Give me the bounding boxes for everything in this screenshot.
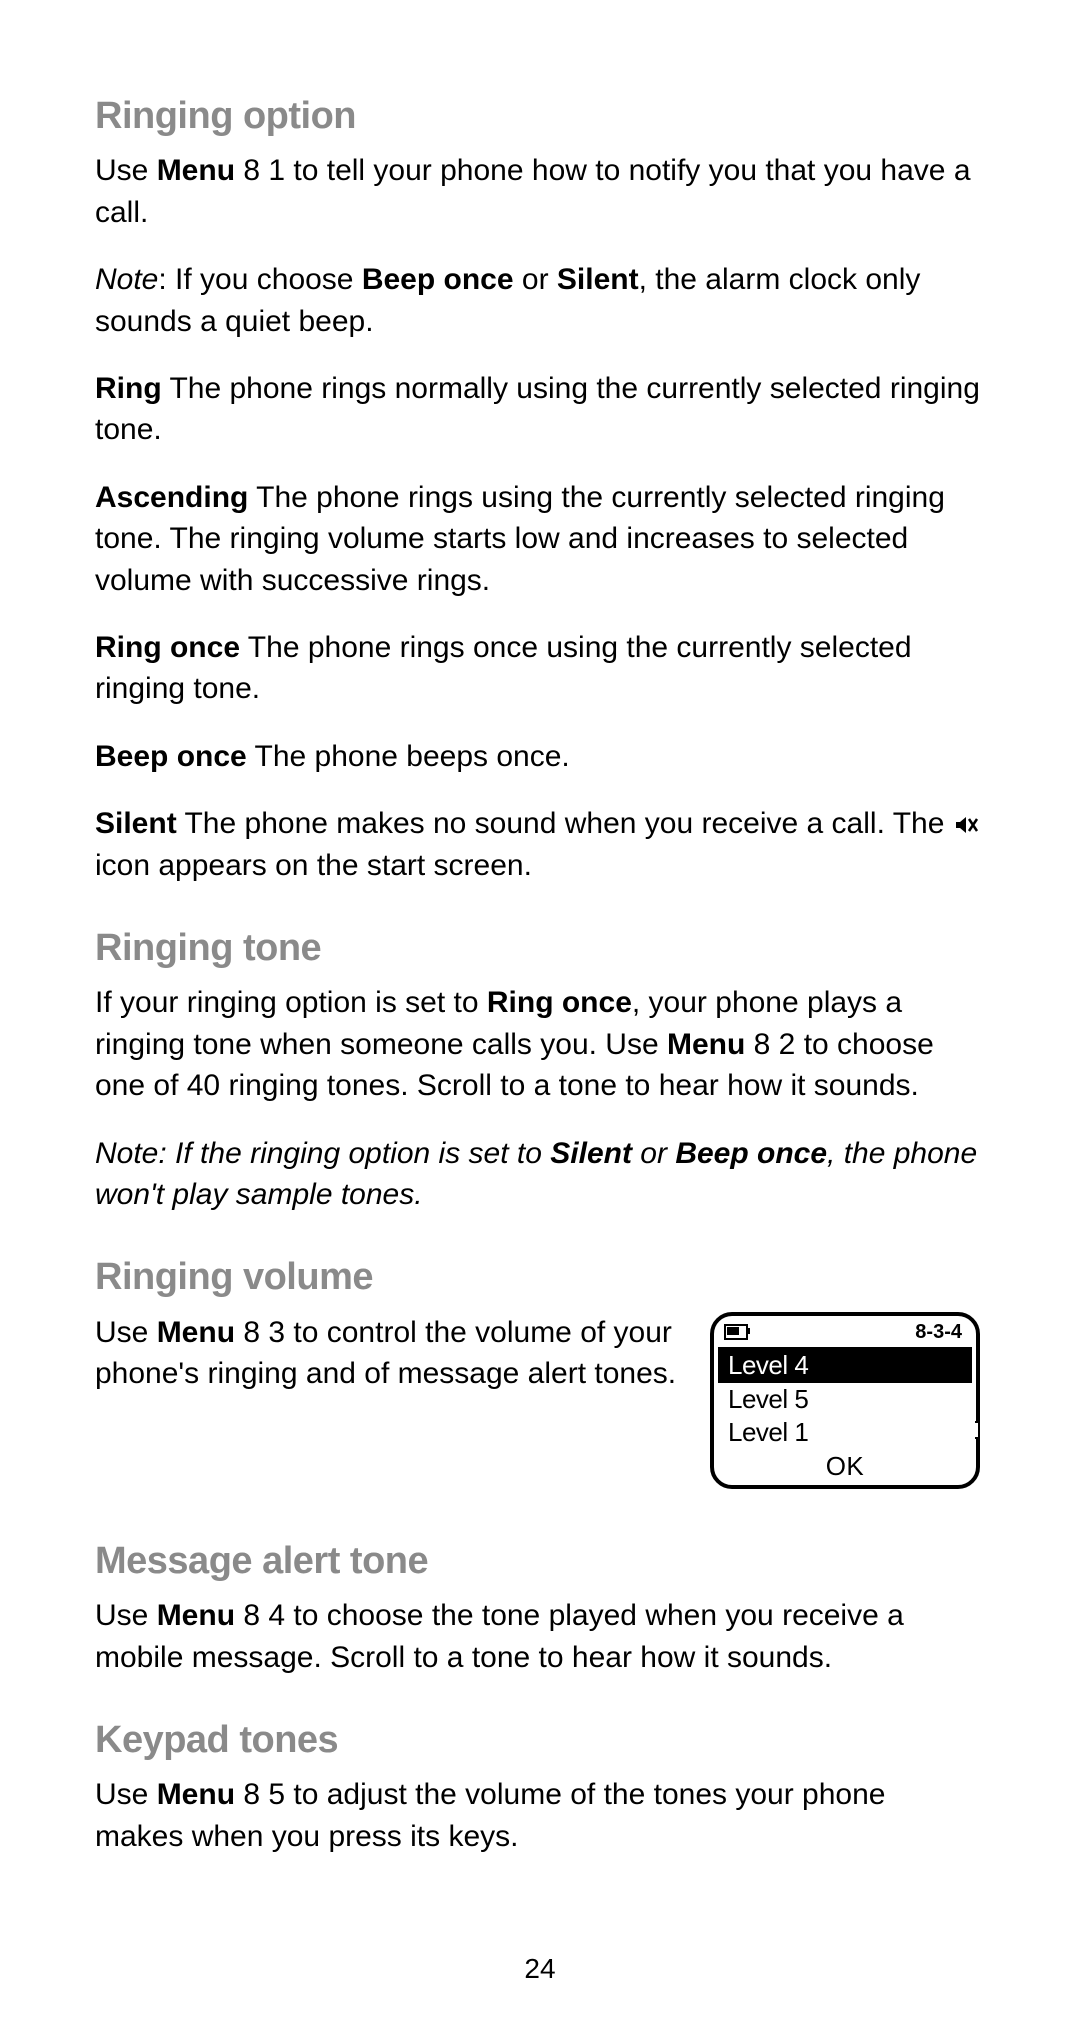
text-bold: Menu [667,1028,745,1061]
heading-ringing-tone: Ringing tone [95,922,980,974]
para-ro-intro: Use Menu 8 1 to tell your phone how to n… [95,150,980,233]
phone-screen: 8-3-4 Level 4 Level 5 Level 1 OK [710,1312,980,1489]
text-bold-italic: Silent [550,1137,632,1170]
text-bold: Silent [95,807,177,840]
para-rt-main: If your ringing option is set to Ring on… [95,982,980,1106]
text-bold: Menu [157,1599,235,1632]
ringing-volume-block: 8-3-4 Level 4 Level 5 Level 1 OK Use Men… [95,1312,980,1499]
text: Use [95,1316,157,1349]
battery-icon [724,1324,748,1340]
text-bold: Beep once [362,263,514,296]
text-bold: Menu [157,1316,235,1349]
text-italic: or [632,1137,675,1170]
text-bold: Ring once [487,986,632,1019]
para-ro-silent: Silent The phone makes no sound when you… [95,803,980,886]
text-bold: Ascending [95,481,248,514]
para-ro-ringonce: Ring once The phone rings once using the… [95,627,980,710]
phone-screen-illustration: 8-3-4 Level 4 Level 5 Level 1 OK [710,1312,980,1489]
para-ro-beeponce: Beep once The phone beeps once. [95,736,980,777]
text: or [514,263,557,296]
heading-keypad-tones: Keypad tones [95,1714,980,1766]
text-bold: Menu [157,154,235,187]
list-item: Level 4 [718,1347,972,1384]
softkey-label: OK [722,1448,968,1483]
text: icon appears on the start screen. [95,849,532,882]
page-number: 24 [0,1950,1080,1989]
silent-mode-icon [953,807,979,840]
text: Use [95,1778,157,1811]
text-bold: Ring [95,372,162,405]
text: Use [95,154,157,187]
text: The phone beeps once. [247,740,570,773]
text-bold: Menu [157,1778,235,1811]
para-rt-note: Note: If the ringing option is set to Si… [95,1133,980,1216]
text-bold: Silent [557,263,639,296]
heading-message-alert: Message alert tone [95,1535,980,1587]
para-ro-ascending: Ascending The phone rings using the curr… [95,477,980,601]
para-kp-main: Use Menu 8 5 to adjust the volume of the… [95,1774,980,1857]
text-italic: Note: If the ringing option is set to [95,1137,550,1170]
list-item: Level 5 [722,1383,968,1416]
para-ma-main: Use Menu 8 4 to choose the tone played w… [95,1595,980,1678]
text-italic: Note [95,263,158,296]
manual-page: Ringing option Use Menu 8 1 to tell your… [0,0,1080,2039]
para-ro-ring: Ring The phone rings normally using the … [95,368,980,451]
text: The phone rings normally using the curre… [95,372,980,446]
text: If your ringing option is set to [95,986,487,1019]
text-bold: Beep once [95,740,247,773]
text: : If you choose [158,263,361,296]
text: The phone makes no sound when you receiv… [177,807,953,840]
phone-screen-header: 8-3-4 [722,1320,968,1347]
heading-ringing-volume: Ringing volume [95,1251,980,1303]
para-ro-note: Note: If you choose Beep once or Silent,… [95,259,980,342]
text: Use [95,1599,157,1632]
text-bold-italic: Beep once [675,1137,827,1170]
text-bold: Ring once [95,631,240,664]
menu-path-text: 8-3-4 [915,1320,962,1345]
heading-ringing-option: Ringing option [95,90,980,142]
scrollbar-notch [975,1421,980,1439]
list-item: Level 1 [722,1416,968,1449]
